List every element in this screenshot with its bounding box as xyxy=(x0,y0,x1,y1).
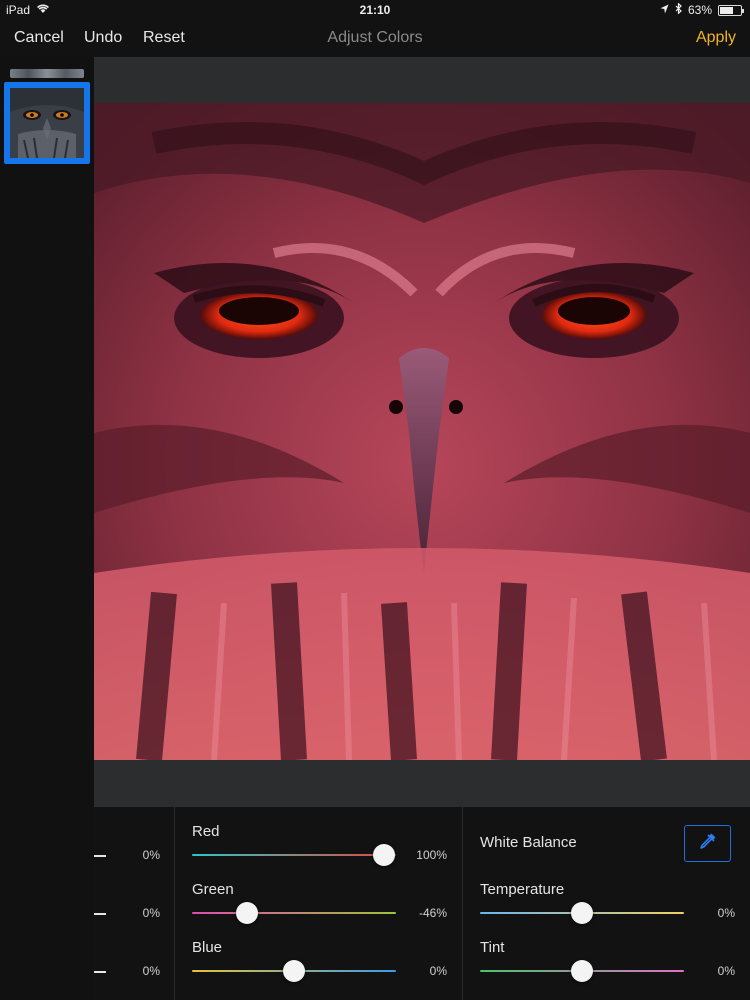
temperature-label: Temperature xyxy=(480,881,565,898)
image-canvas[interactable] xyxy=(94,57,750,807)
tint-value: 0% xyxy=(717,964,735,978)
owl-thumbnail-image xyxy=(10,88,84,158)
eyedropper-button[interactable] xyxy=(684,825,731,862)
page-title: Adjust Colors xyxy=(327,29,423,46)
partial-slider-track[interactable] xyxy=(94,971,106,973)
red-value: 100% xyxy=(416,848,447,862)
white-balance-label: White Balance xyxy=(480,834,577,851)
partial-value: 0% xyxy=(142,906,160,920)
partial-slider-track[interactable] xyxy=(94,855,106,857)
green-label: Green xyxy=(192,881,234,898)
green-value: -46% xyxy=(418,906,447,920)
layer-thumbnail-partial[interactable] xyxy=(10,69,84,78)
partial-value: 0% xyxy=(142,964,160,978)
temperature-value: 0% xyxy=(717,906,735,920)
status-bar: iPad 21:10 63% xyxy=(0,0,750,20)
apply-button[interactable]: Apply xyxy=(696,29,736,47)
blue-label: Blue xyxy=(192,939,223,956)
panel-divider xyxy=(462,807,463,1000)
blue-value: 0% xyxy=(429,964,447,978)
owl-photo xyxy=(94,103,750,760)
red-slider-track[interactable] xyxy=(192,854,396,856)
adjustment-panel: 0% 0% 0% Red 100% Green -46% Blue 0% Whi… xyxy=(94,807,750,1000)
location-arrow-icon xyxy=(660,3,669,17)
green-slider-track[interactable] xyxy=(192,912,396,914)
blue-slider-thumb[interactable] xyxy=(283,960,305,982)
temperature-slider-thumb[interactable] xyxy=(571,902,593,924)
navigation-bar: Cancel Undo Reset Adjust Colors Apply xyxy=(0,20,750,57)
status-time: 21:10 xyxy=(359,3,391,17)
status-right: 63% xyxy=(660,2,744,17)
tint-label: Tint xyxy=(480,939,505,956)
red-label: Red xyxy=(192,823,220,840)
layer-thumbnail-selected[interactable] xyxy=(4,82,90,164)
tint-slider-thumb[interactable] xyxy=(571,960,593,982)
battery-percent: 63% xyxy=(687,3,712,17)
battery-icon xyxy=(718,4,744,16)
bluetooth-icon xyxy=(675,2,682,17)
partial-value: 0% xyxy=(142,848,160,862)
red-slider-thumb[interactable] xyxy=(372,844,395,866)
green-slider-thumb[interactable] xyxy=(236,902,259,924)
partial-slider-track[interactable] xyxy=(94,913,106,915)
panel-divider xyxy=(174,807,175,1000)
eyedropper-icon xyxy=(698,831,718,856)
layer-strip xyxy=(0,57,94,1000)
